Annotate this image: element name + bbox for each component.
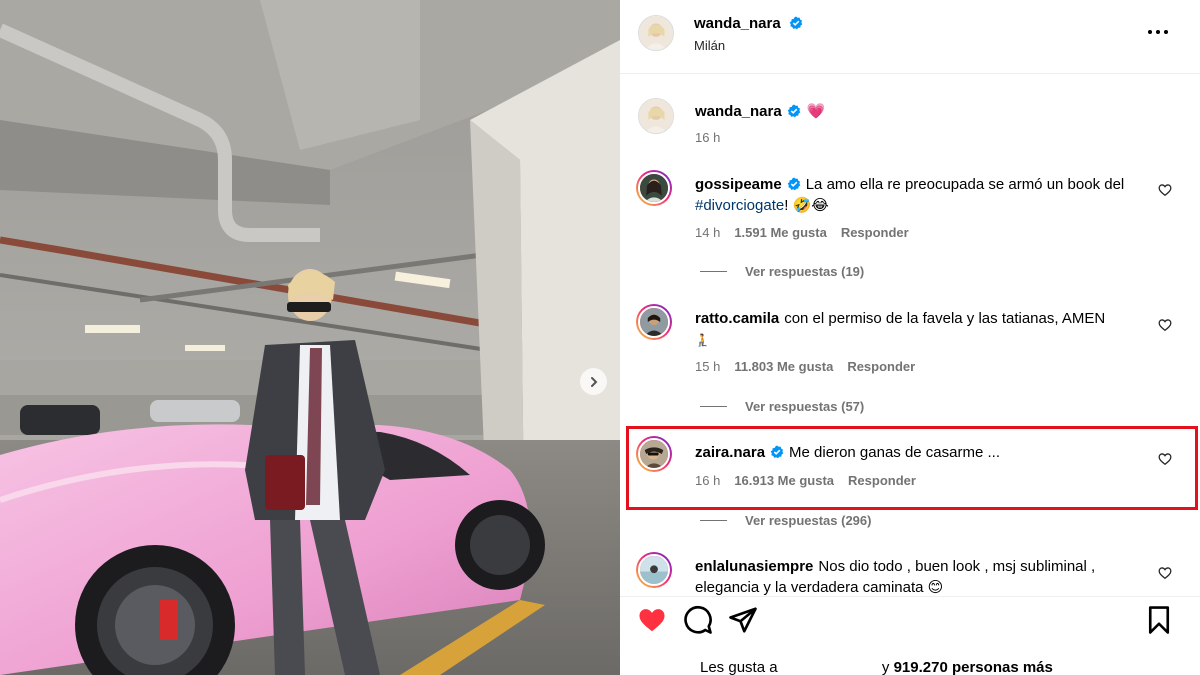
comment-avatar[interactable] (636, 170, 672, 206)
likes-count[interactable]: 919.270 personas más (894, 659, 1053, 675)
comment-time[interactable]: 14 h (695, 225, 720, 240)
caption-meta: 16 h (695, 130, 720, 145)
caption-emoji: 💗 (806, 103, 826, 120)
reply-button[interactable]: Responder (847, 359, 915, 374)
comment-time[interactable]: 15 h (695, 359, 720, 374)
heart-outline-icon[interactable] (1158, 452, 1172, 466)
caption-text: wanda_nara 💗 (695, 101, 1145, 122)
comment-time[interactable]: 16 h (695, 473, 720, 488)
caption-avatar[interactable] (638, 98, 674, 134)
reply-button[interactable]: Responder (848, 473, 916, 488)
comment-meta: 15 h 11.803 Me gusta Responder (695, 359, 915, 374)
view-replies-button[interactable]: Ver respuestas (19) (700, 264, 864, 279)
comment-body-line2: 🧎 (695, 333, 710, 347)
view-replies-label: Ver respuestas (19) (745, 264, 865, 279)
comment-meta: 14 h 1.591 Me gusta Responder (695, 225, 909, 240)
comment-username[interactable]: ratto.camila (695, 310, 779, 327)
more-options-button[interactable] (1144, 22, 1172, 42)
heart-outline-icon[interactable] (1158, 318, 1172, 332)
view-replies-label: Ver respuestas (57) (745, 399, 865, 414)
comment-bubble-icon[interactable] (683, 605, 713, 635)
verified-badge-icon (789, 16, 803, 30)
caption-username[interactable]: wanda_nara (695, 103, 782, 120)
comment-body: Nos dio todo , buen look , msj sublimina… (818, 558, 1096, 575)
replies-divider (700, 406, 727, 407)
chevron-right-icon (590, 376, 597, 387)
paper-plane-icon[interactable] (728, 605, 758, 635)
verified-badge-icon (770, 445, 784, 459)
comment-body: con el permiso de la favela y las tatian… (784, 310, 1106, 327)
verified-badge-icon (787, 104, 801, 118)
reply-button[interactable]: Responder (841, 225, 909, 240)
bookmark-icon[interactable] (1144, 605, 1174, 635)
hashtag-link[interactable]: #divorciogate (695, 197, 784, 214)
post-photo[interactable] (0, 0, 620, 675)
post-header: wanda_nara Milán (620, 0, 1200, 74)
post-location[interactable]: Milán (694, 38, 725, 53)
heart-outline-icon[interactable] (1158, 566, 1172, 580)
liked-by-prefix: Les gusta a (700, 659, 778, 675)
comment-text: enlalunasiempre Nos dio todo , buen look … (695, 556, 1145, 598)
comment-username[interactable]: zaira.nara (695, 444, 765, 461)
comment-likes[interactable]: 16.913 Me gusta (734, 473, 834, 488)
replies-divider (700, 271, 727, 272)
comment-avatar[interactable] (636, 304, 672, 340)
comment-likes[interactable]: 11.803 Me gusta (734, 359, 833, 374)
comment-body: Me dieron ganas de casarme ... (789, 444, 1000, 461)
author-username[interactable]: wanda_nara (694, 15, 781, 32)
view-replies-button[interactable]: Ver respuestas (57) (700, 399, 864, 414)
comment-body-end: ! 🤣😂 (784, 197, 829, 214)
liked-by-summary[interactable]: Les gusta a y 919.270 personas más (700, 659, 1053, 675)
author-username-row[interactable]: wanda_nara (694, 15, 803, 32)
post-actions-bar: Les gusta a y 919.270 personas más (620, 596, 1200, 675)
comment-text: gossipeame La amo ella re preocupada se a… (695, 174, 1145, 216)
author-avatar[interactable] (638, 15, 674, 51)
replies-divider (700, 520, 727, 521)
post-side-panel: wanda_nara Milán wanda_nara 💗 16 h gossip… (620, 0, 1200, 675)
comment-avatar[interactable] (636, 552, 672, 588)
liked-by-suffix: y (881, 659, 890, 675)
view-replies-label: Ver respuestas (296) (745, 513, 872, 528)
heart-filled-icon[interactable] (637, 605, 667, 635)
next-photo-button[interactable] (580, 368, 607, 395)
comment-meta: 16 h 16.913 Me gusta Responder (695, 473, 916, 488)
verified-badge-icon (787, 177, 801, 191)
comment-avatar[interactable] (636, 436, 672, 472)
comment-body-line2: elegancia y la verdadera caminata 😊 (695, 579, 944, 596)
comment-body: La amo ella re preocupada se armó un boo… (805, 176, 1125, 193)
comment-text: ratto.camila con el permiso de la favela … (695, 308, 1145, 351)
comment-username[interactable]: enlalunasiempre (695, 558, 813, 575)
comment-username[interactable]: gossipeame (695, 176, 782, 193)
more-options-icon (1148, 30, 1168, 34)
comment-text: zaira.nara Me dieron ganas de casarme ... (695, 442, 1145, 463)
comment-likes[interactable]: 1.591 Me gusta (734, 225, 827, 240)
caption-time[interactable]: 16 h (695, 130, 720, 145)
parking-garage-photo (0, 0, 620, 675)
view-replies-button[interactable]: Ver respuestas (296) (700, 513, 871, 528)
heart-outline-icon[interactable] (1158, 183, 1172, 197)
